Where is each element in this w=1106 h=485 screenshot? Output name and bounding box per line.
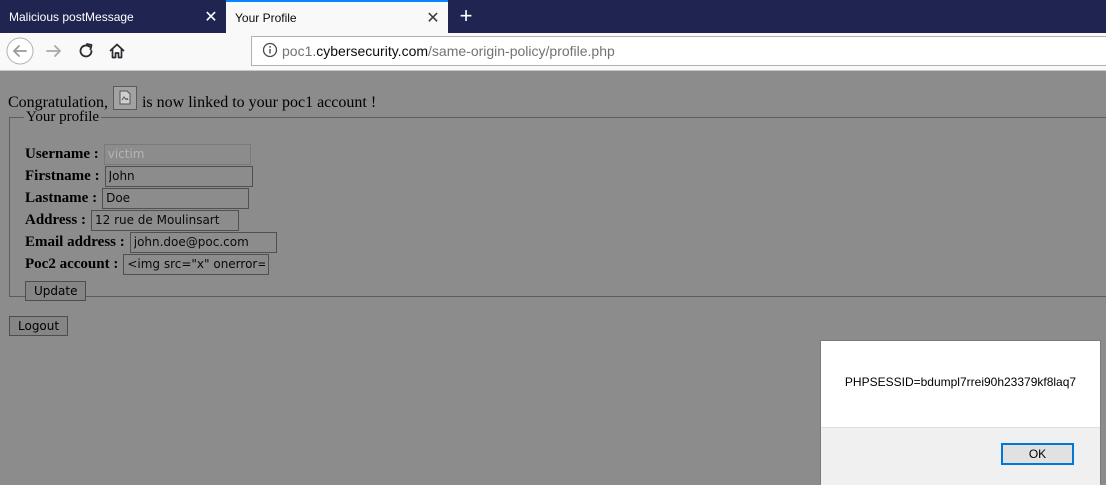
- logout-button[interactable]: Logout: [9, 316, 69, 336]
- home-button[interactable]: [103, 37, 131, 65]
- lastname-row: Lastname :: [25, 187, 250, 209]
- reload-icon: [79, 43, 93, 58]
- username-label: Username :: [25, 145, 99, 162]
- email-field[interactable]: [129, 231, 277, 253]
- new-tab-button[interactable]: +: [452, 0, 480, 33]
- tab-malicious-postmessage[interactable]: Malicious postMessage ✕: [0, 0, 226, 33]
- ok-button[interactable]: OK: [1001, 443, 1074, 465]
- username-row: Username :: [25, 143, 251, 165]
- email-label: Email address :: [25, 233, 125, 250]
- email-row: Email address :: [25, 231, 277, 253]
- profile-fieldset: Your profile Username : Firstname : Last…: [9, 109, 1106, 301]
- close-icon[interactable]: ✕: [200, 7, 222, 27]
- firstname-label: Firstname :: [25, 167, 100, 184]
- lastname-field[interactable]: [102, 187, 250, 209]
- poc2-row: Poc2 account :: [25, 253, 270, 275]
- site-info-icon[interactable]: [258, 42, 282, 61]
- broken-image-icon: [112, 86, 137, 110]
- tab-your-profile[interactable]: Your Profile ✕: [226, 0, 448, 33]
- alert-footer: OK: [821, 427, 1100, 485]
- address-row: Address :: [25, 209, 239, 231]
- profile-legend: Your profile: [26, 109, 100, 125]
- back-arrow-icon: [6, 37, 34, 65]
- url-bar[interactable]: poc1. cybersecurity.com/same-origin-polic…: [251, 36, 1106, 66]
- alert-dialog: PHPSESSID=bdumpl7rrei90h23379kf8laq7 OK: [820, 340, 1101, 485]
- poc2-account-field[interactable]: [123, 253, 270, 275]
- reload-button[interactable]: [72, 37, 100, 65]
- close-icon[interactable]: ✕: [422, 8, 444, 28]
- url-domain: cybersecurity.com: [316, 43, 429, 59]
- poc2-label: Poc2 account :: [25, 255, 119, 272]
- tab-title: Your Profile: [235, 10, 297, 25]
- back-button[interactable]: [6, 37, 34, 65]
- tab-title: Malicious postMessage: [9, 9, 134, 24]
- url-prefix: poc1.: [282, 43, 317, 59]
- firstname-row: Firstname :: [25, 165, 253, 187]
- update-button[interactable]: Update: [25, 281, 87, 301]
- lastname-label: Lastname :: [25, 189, 98, 206]
- firstname-field[interactable]: [104, 165, 253, 187]
- url-path: /same-origin-policy/profile.php: [428, 43, 615, 59]
- tab-strip: Malicious postMessage ✕ Your Profile ✕ +: [0, 0, 1106, 33]
- address-field[interactable]: [90, 209, 239, 231]
- forward-button[interactable]: [40, 37, 68, 65]
- address-label: Address :: [25, 211, 86, 228]
- alert-message: PHPSESSID=bdumpl7rrei90h23379kf8laq7: [844, 375, 1077, 389]
- username-field: [103, 143, 251, 165]
- home-icon: [109, 43, 125, 59]
- forward-arrow-icon: [46, 45, 61, 57]
- navigation-toolbar: poc1. cybersecurity.com/same-origin-polic…: [0, 33, 1106, 71]
